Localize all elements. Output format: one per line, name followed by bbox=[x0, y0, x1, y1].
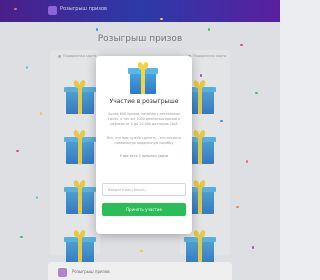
top-header-bar: Розыгрыш призов bbox=[0, 0, 280, 22]
confetti bbox=[20, 236, 23, 238]
modal-instruction: Все, что вам нужно сделать – это открыть… bbox=[106, 136, 182, 145]
modal-description: Более 600 призов, начиная с нескольких т… bbox=[107, 112, 181, 126]
email-input[interactable] bbox=[102, 183, 186, 196]
confetti bbox=[36, 196, 38, 199]
confetti bbox=[252, 246, 254, 249]
confetti bbox=[240, 44, 243, 46]
app-logo-icon bbox=[48, 6, 57, 15]
confetti bbox=[220, 120, 223, 122]
confetti bbox=[140, 250, 143, 252]
header-title: Розыгрыш призов bbox=[60, 6, 107, 12]
confetti bbox=[40, 112, 42, 115]
confetti bbox=[26, 66, 28, 69]
participation-modal: Участие в розыгрыше Более 600 призов, на… bbox=[96, 56, 192, 234]
confetti bbox=[200, 74, 202, 77]
gift-box-icon bbox=[128, 62, 158, 94]
confetti bbox=[16, 150, 19, 152]
attempts-text: У вас есть 3 попытки удачи bbox=[119, 154, 169, 158]
confetti bbox=[236, 206, 239, 208]
confetti bbox=[255, 92, 258, 94]
modal-title: Участие в розыгрыше bbox=[109, 98, 179, 105]
confetti bbox=[208, 28, 210, 31]
participate-button[interactable]: Принять участие bbox=[102, 203, 186, 216]
confetti bbox=[14, 8, 17, 10]
confetti bbox=[160, 18, 163, 20]
confetti bbox=[246, 160, 248, 163]
confetti bbox=[96, 28, 98, 31]
